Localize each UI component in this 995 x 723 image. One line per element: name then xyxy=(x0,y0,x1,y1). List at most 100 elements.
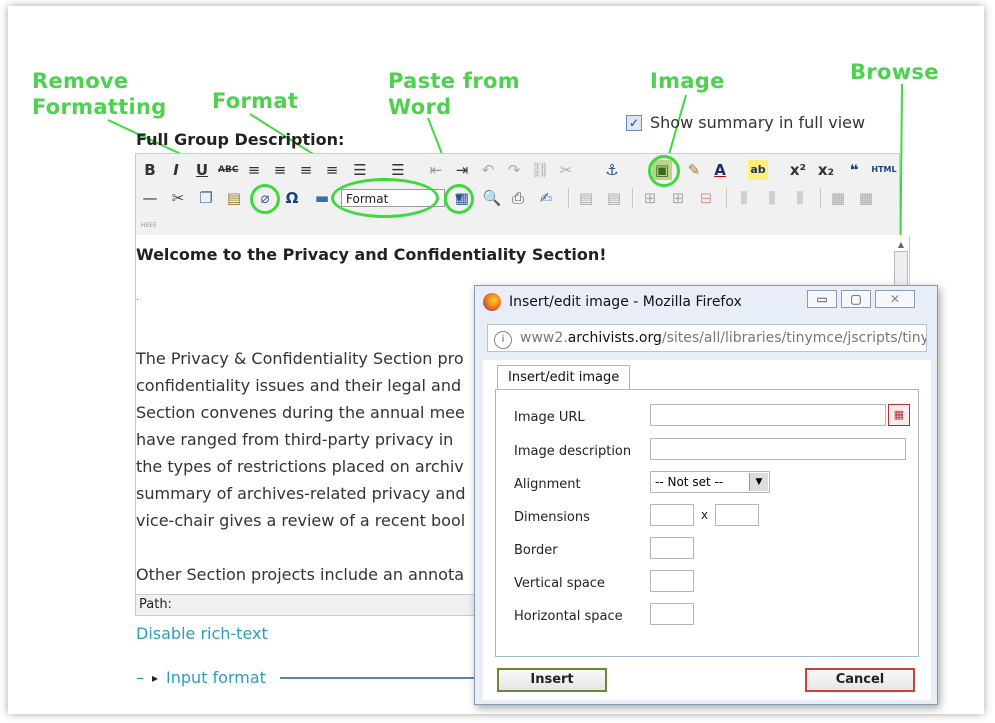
scroll-thumb[interactable] xyxy=(894,251,908,287)
toolbar-separator xyxy=(726,188,727,208)
collapse-dash: – xyxy=(136,668,144,687)
horizontal-space-label: Horizontal space xyxy=(514,609,623,624)
col-after-icon[interactable]: ⫼ xyxy=(762,188,782,208)
image-url-input[interactable] xyxy=(650,404,886,426)
print-icon[interactable]: ⎙ xyxy=(508,188,528,208)
bullet-list-icon[interactable]: ☰ xyxy=(350,160,370,180)
input-format-link[interactable]: Input format xyxy=(166,668,266,688)
table-icon[interactable]: ▤ xyxy=(576,188,596,208)
cleanup-icon[interactable]: ✎ xyxy=(684,160,704,180)
edit-css-icon[interactable]: ✍ xyxy=(536,188,556,208)
horizontal-space-input[interactable] xyxy=(650,603,694,625)
highlight-color-icon[interactable]: ab xyxy=(748,160,768,180)
height-input[interactable] xyxy=(715,504,759,526)
superscript-icon[interactable]: x² xyxy=(788,160,808,180)
bold-button[interactable]: B xyxy=(140,160,160,180)
highlight-ring-remove-formatting xyxy=(250,184,280,214)
undo-icon[interactable]: ↶ xyxy=(478,160,498,180)
content-line: Section convenes during the annual mee xyxy=(136,403,465,422)
scroll-up-icon[interactable]: ▲ xyxy=(893,240,909,249)
close-button[interactable]: ✕ xyxy=(875,290,915,308)
image-description-input[interactable] xyxy=(650,438,906,460)
toolbar-separator xyxy=(632,188,633,208)
underline-button[interactable]: U xyxy=(192,160,212,180)
dimensions-label: Dimensions xyxy=(514,510,590,525)
toolbar-row3-label: HEEE xyxy=(141,222,157,229)
align-left-icon[interactable]: ≡ xyxy=(244,160,264,180)
cancel-button[interactable]: Cancel xyxy=(805,668,915,692)
dialog-body: Insert/edit image Image URL ▦ Image desc… xyxy=(483,360,931,700)
text-color-icon[interactable]: A xyxy=(710,160,730,180)
anchor-icon[interactable]: ⚓ xyxy=(602,160,622,180)
disable-rich-text-link[interactable]: Disable rich-text xyxy=(136,624,268,643)
unlink-icon[interactable]: ✂ xyxy=(556,160,576,180)
content-line: The Privacy & Confidentiality Section pr… xyxy=(136,349,464,368)
arrow-right-icon: ▸ xyxy=(152,671,159,685)
content-line: have ranged from third-party privacy in xyxy=(136,430,454,449)
delete-col-icon[interactable]: ⫼ xyxy=(790,188,810,208)
indent-icon[interactable]: ⇥ xyxy=(452,160,472,180)
content-line: confidentiality issues and their legal a… xyxy=(136,376,462,395)
dialog-url-bar[interactable]: i www2.archivists.org/sites/all/libraries… xyxy=(487,324,927,352)
browse-icon[interactable]: ▦ xyxy=(888,404,910,426)
insert-button[interactable]: Insert xyxy=(497,668,607,692)
content-line: summary of archives-related privacy and xyxy=(136,484,466,503)
insert-image-dialog: Insert/edit image - Mozilla Firefox ▭ ▢ … xyxy=(474,285,938,705)
image-description-label: Image description xyxy=(514,444,632,459)
info-icon[interactable]: i xyxy=(494,331,512,349)
preview-icon[interactable]: 🔍 xyxy=(482,188,502,208)
content-line: vice-chair gives a review of a recent bo… xyxy=(136,511,466,530)
align-center-icon[interactable]: ≡ xyxy=(270,160,290,180)
blockquote-icon[interactable]: ❝ xyxy=(844,160,864,180)
highlight-ring-image xyxy=(648,155,680,187)
insert-line-icon[interactable]: ▬ xyxy=(312,188,332,208)
alignment-label: Alignment xyxy=(514,477,581,492)
width-input[interactable] xyxy=(650,504,694,526)
numbered-list-icon[interactable]: ☰ xyxy=(388,160,408,180)
delete-row-icon[interactable]: ⊟ xyxy=(696,188,716,208)
vertical-space-label: Vertical space xyxy=(514,576,605,591)
horizontal-rule-icon[interactable]: — xyxy=(140,188,160,208)
dimensions-separator: x xyxy=(701,508,709,522)
toolbar-separator xyxy=(568,188,569,208)
dialog-title: Insert/edit image - Mozilla Firefox xyxy=(509,294,742,310)
border-input[interactable] xyxy=(650,537,694,559)
copy-icon[interactable]: ❐ xyxy=(196,188,216,208)
align-right-icon[interactable]: ≡ xyxy=(296,160,316,180)
html-source-icon[interactable]: HTML xyxy=(870,160,898,180)
description-label: Full Group Description: xyxy=(136,130,345,149)
split-cells-icon[interactable]: ▦ xyxy=(856,188,876,208)
maximize-button[interactable]: ▢ xyxy=(841,290,871,308)
cut-icon[interactable]: ✂ xyxy=(168,188,188,208)
highlight-ring-paste-word xyxy=(444,184,474,214)
content-line: Other Section projects include an annota xyxy=(136,565,465,584)
paste-icon[interactable]: ▤ xyxy=(224,188,244,208)
vertical-space-input[interactable] xyxy=(650,570,694,592)
highlight-ring-format xyxy=(331,178,439,218)
image-url-label: Image URL xyxy=(514,410,585,425)
input-format-toggle[interactable]: – ▸ Input format xyxy=(136,668,266,688)
subscript-icon[interactable]: x₂ xyxy=(816,160,836,180)
toolbar-separator xyxy=(820,188,821,208)
tab-insert-edit-image[interactable]: Insert/edit image xyxy=(497,365,631,390)
row-after-icon[interactable]: ⊞ xyxy=(668,188,688,208)
content-line: the types of restrictions placed on arch… xyxy=(136,457,464,476)
italic-button[interactable]: I xyxy=(166,160,186,180)
table-props-icon[interactable]: ▤ xyxy=(604,188,624,208)
chevron-down-icon: ▼ xyxy=(749,473,768,491)
row-before-icon[interactable]: ⊞ xyxy=(640,188,660,208)
outdent-icon[interactable]: ⇤ xyxy=(426,160,446,180)
alignment-select[interactable]: -- Not set -- ▼ xyxy=(650,471,770,493)
link-icon[interactable]: ⛓ xyxy=(530,160,550,180)
summary-option[interactable]: ✓ Show summary in full view xyxy=(626,113,865,132)
summary-checkbox[interactable]: ✓ xyxy=(626,114,642,131)
merge-cells-icon[interactable]: ▦ xyxy=(828,188,848,208)
strikethrough-button[interactable]: ABC xyxy=(218,160,238,180)
image-properties-panel: Image URL ▦ Image description Alignment … xyxy=(495,389,919,657)
col-before-icon[interactable]: ⫼ xyxy=(734,188,754,208)
redo-icon[interactable]: ↷ xyxy=(504,160,524,180)
minimize-button[interactable]: ▭ xyxy=(807,290,837,308)
content-heading: Welcome to the Privacy and Confidentiali… xyxy=(136,245,607,264)
special-character-icon[interactable]: Ω xyxy=(282,188,302,208)
justify-icon[interactable]: ≡ xyxy=(322,160,342,180)
